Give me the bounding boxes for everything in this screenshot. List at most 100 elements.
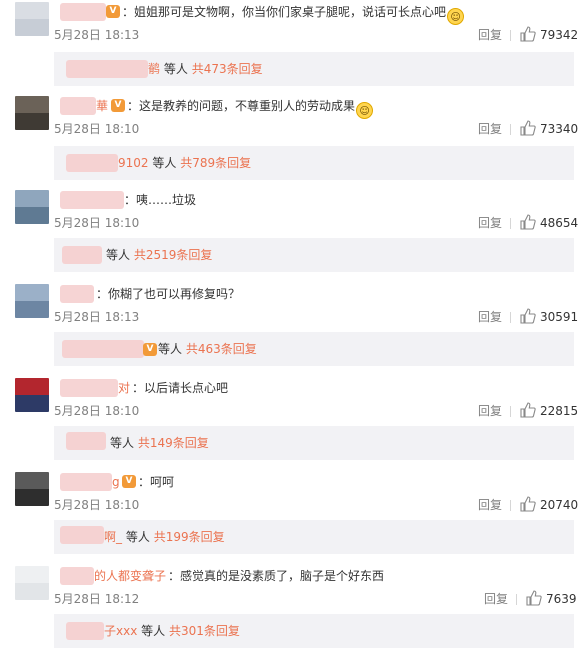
like-button[interactable]: 20740 xyxy=(520,495,578,515)
comment-text: ：感觉真的是没素质了，脑子是个好东西 xyxy=(168,569,385,583)
user-avatar[interactable] xyxy=(15,472,49,506)
blurred-username[interactable] xyxy=(60,97,96,115)
comment-time: 5月28日 18:10 xyxy=(54,122,140,136)
user-avatar[interactable] xyxy=(15,96,49,130)
sub-reply-count-link[interactable]: 共473条回复 xyxy=(192,62,263,76)
smirk-emoji-icon: ☺ xyxy=(356,102,374,119)
blurred-username[interactable] xyxy=(60,285,94,303)
user-avatar[interactable] xyxy=(15,566,49,600)
sub-username-fragment: 子xxx xyxy=(104,624,138,638)
blurred-username[interactable] xyxy=(62,340,144,358)
user-avatar[interactable] xyxy=(15,2,49,36)
comment-item: ：你糊了也可以再修复吗？ 5月28日 18:13 回复 30591 V 等人 共… xyxy=(0,284,588,378)
sub-replies-box[interactable]: 啊_ 等人 共199条回复 xyxy=(54,520,574,554)
reply-button[interactable]: 回复 xyxy=(478,214,502,232)
divider xyxy=(510,218,511,229)
username-fragment[interactable]: g xyxy=(112,472,120,492)
comment-text-body: 以后请长点心吧 xyxy=(144,381,229,395)
like-button[interactable]: 7639 xyxy=(526,589,577,609)
like-button[interactable]: 22815 xyxy=(520,401,578,421)
reply-button[interactable]: 回复 xyxy=(478,26,502,44)
reply-button[interactable]: 回复 xyxy=(484,590,508,608)
username-fragment[interactable]: 華 xyxy=(96,96,108,116)
blurred-username[interactable] xyxy=(60,567,94,585)
username-fragment[interactable]: 的人都变聋子 xyxy=(94,566,166,586)
sub-reply-count-link[interactable]: 共301条回复 xyxy=(169,624,240,638)
comment-text: ：呵呵 xyxy=(138,475,175,489)
divider xyxy=(510,500,511,511)
sub-people-label: 等人 xyxy=(141,624,166,638)
sub-replies-box[interactable]: V 等人 共463条回复 xyxy=(54,332,574,366)
comment-text: ：姐姐那可是文物啊，你当你们家桌子腿呢，说话可长点心吧 ☺ xyxy=(122,2,465,25)
comment-time: 5月28日 18:10 xyxy=(54,404,140,418)
comment-time: 5月28日 18:10 xyxy=(54,498,140,512)
user-avatar[interactable] xyxy=(15,190,49,224)
vip-badge-icon: V xyxy=(106,5,120,18)
blurred-username[interactable] xyxy=(62,246,102,264)
sub-reply-count-link[interactable]: 共149条回复 xyxy=(138,436,209,450)
reply-button[interactable]: 回复 xyxy=(478,402,502,420)
user-avatar[interactable] xyxy=(15,284,49,318)
like-button[interactable]: 79342 xyxy=(520,25,578,45)
sub-people-label: 等人 xyxy=(152,156,177,170)
username-fragment[interactable]: 对 xyxy=(118,378,130,398)
divider xyxy=(510,30,511,41)
comment-text-body: 你糊了也可以再修复吗？ xyxy=(108,287,241,301)
like-count: 20740 xyxy=(540,498,579,512)
reply-button[interactable]: 回复 xyxy=(478,496,502,514)
vip-badge-icon: V xyxy=(143,343,157,356)
sub-reply-count-link[interactable]: 共789条回复 xyxy=(180,156,251,170)
sub-username-fragment: 鹡 xyxy=(148,62,161,76)
like-button[interactable]: 73340 xyxy=(520,119,578,139)
comment-item: 的人都变聋子 ：感觉真的是没素质了，脑子是个好东西 5月28日 18:12 回复… xyxy=(0,566,588,648)
comment-time: 5月28日 18:12 xyxy=(54,592,140,606)
comment-time: 5月28日 18:13 xyxy=(54,28,140,42)
divider xyxy=(510,124,511,135)
divider xyxy=(516,594,517,605)
like-button[interactable]: 48654 xyxy=(520,213,578,233)
comment-text-body: 呵呵 xyxy=(150,475,175,489)
divider xyxy=(510,406,511,417)
blurred-username[interactable] xyxy=(60,473,112,491)
sub-replies-box[interactable]: 等人 共2519条回复 xyxy=(54,238,574,272)
thumbs-up-icon xyxy=(520,214,536,230)
sub-reply-count-link[interactable]: 共2519条回复 xyxy=(134,248,213,262)
thumbs-up-icon xyxy=(520,120,536,136)
sub-replies-box[interactable]: 子xxx 等人 共301条回复 xyxy=(54,614,574,648)
comment-item: 華 V ：这是教养的问题，不尊重别人的劳动成果 ☺ 5月28日 18:10 回复 … xyxy=(0,96,588,190)
user-avatar[interactable] xyxy=(15,378,49,412)
comment-text: ：咦……垃圾 xyxy=(124,193,197,207)
reply-button[interactable]: 回复 xyxy=(478,120,502,138)
blurred-username[interactable] xyxy=(60,379,118,397)
sub-replies-line: 鹡 等人 共473条回复 xyxy=(148,52,263,86)
blurred-username[interactable] xyxy=(60,3,106,21)
like-button[interactable]: 30591 xyxy=(520,307,578,327)
sub-reply-count-link[interactable]: 共463条回复 xyxy=(186,342,257,356)
blurred-username[interactable] xyxy=(66,432,106,450)
blurred-username[interactable] xyxy=(60,191,124,209)
like-count: 79342 xyxy=(540,28,579,42)
blurred-username[interactable] xyxy=(66,622,104,640)
sub-replies-box[interactable]: 等人 共149条回复 xyxy=(54,426,574,460)
thumbs-up-icon xyxy=(520,308,536,324)
like-count: 30591 xyxy=(540,310,579,324)
comment-text: ：你糊了也可以再修复吗？ xyxy=(96,287,241,301)
comment-time: 5月28日 18:10 xyxy=(54,216,140,230)
sub-replies-box[interactable]: 9102 等人 共789条回复 xyxy=(54,146,574,180)
blurred-username[interactable] xyxy=(60,526,104,544)
vip-badge-icon: V xyxy=(111,99,125,112)
like-count: 7639 xyxy=(546,592,577,606)
sub-replies-line: 等人 共463条回复 xyxy=(158,332,257,366)
sub-replies-box[interactable]: 鹡 等人 共473条回复 xyxy=(54,52,574,86)
sub-reply-count-link[interactable]: 共199条回复 xyxy=(154,530,225,544)
reply-button[interactable]: 回复 xyxy=(478,308,502,326)
sub-people-label: 等人 xyxy=(125,530,150,544)
blurred-username[interactable] xyxy=(66,60,148,78)
vip-badge-icon: V xyxy=(122,475,136,488)
comment-text-body: 感觉真的是没素质了，脑子是个好东西 xyxy=(180,569,385,583)
sub-people-label: 等人 xyxy=(106,248,131,262)
comment-item: g V ：呵呵 5月28日 18:10 回复 20740 啊_ 等人 共199条… xyxy=(0,472,588,566)
blurred-username[interactable] xyxy=(66,154,118,172)
comment-text-body: 咦……垃圾 xyxy=(136,193,197,207)
comment-time: 5月28日 18:13 xyxy=(54,310,140,324)
